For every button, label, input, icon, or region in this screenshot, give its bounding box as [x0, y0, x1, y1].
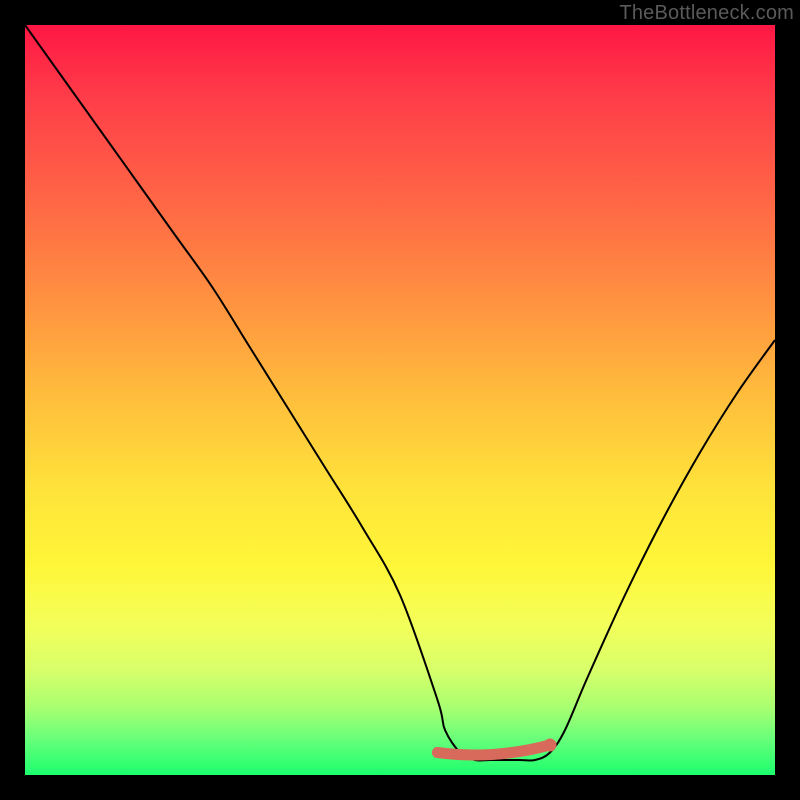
- watermark-text: TheBottleneck.com: [619, 2, 794, 25]
- chart-frame: TheBottleneck.com: [0, 0, 800, 800]
- bottleneck-curve: [25, 25, 775, 761]
- optimal-range-left-dot: [432, 747, 443, 758]
- curve-layer: [25, 25, 775, 775]
- plot-gradient-background: [25, 25, 775, 775]
- optimal-range-right-dot: [544, 739, 557, 752]
